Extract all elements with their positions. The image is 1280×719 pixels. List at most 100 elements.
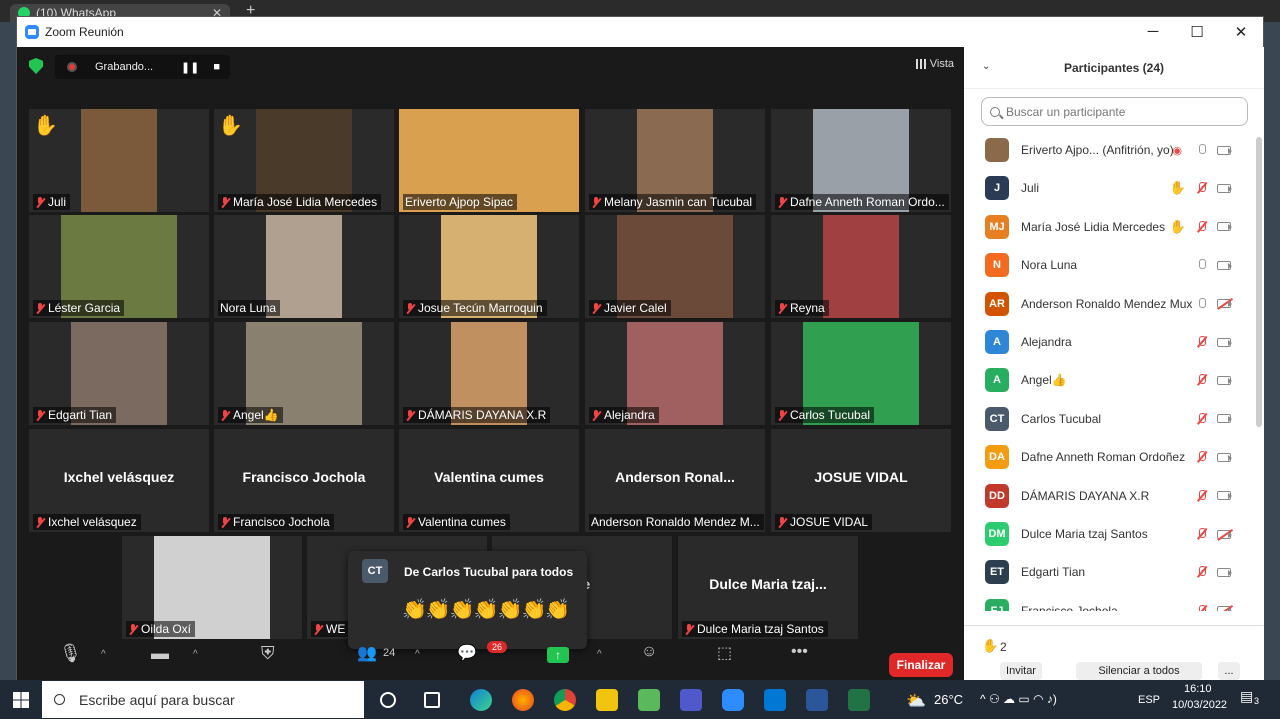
participant-row[interactable]: AR Anderson Ronaldo Mendez Mux [964,285,1254,323]
camera-icon[interactable] [1217,222,1232,232]
participant-row[interactable]: N Nora Luna [964,246,1254,284]
video-tile[interactable]: Eriverto Ajpop Sipac [399,109,579,212]
mic-icon[interactable] [1196,297,1206,310]
participant-row[interactable]: A Alejandra [964,323,1254,361]
video-tile[interactable]: Javier Calel [585,215,765,318]
camera-off-icon[interactable] [1217,529,1232,539]
video-tile[interactable]: Dafne Anneth Roman Ordo... [771,109,951,212]
muted-mic-icon[interactable] [1196,451,1206,463]
video-tile[interactable]: Melany Jasmin can Tucubal [585,109,765,212]
video-tile[interactable]: ✋ Juli [29,109,209,212]
security-icon[interactable]: ⛨ [261,643,275,664]
participants-options-caret[interactable]: ^ [415,649,420,660]
video-tile[interactable]: Josue Tecún Marroquin [399,215,579,318]
minimize-button[interactable]: ─ [1131,23,1175,41]
camera-icon[interactable] [1217,183,1232,193]
video-tile[interactable]: Reyna [771,215,951,318]
view-button[interactable]: Vista [915,58,954,70]
notifications-icon[interactable]: ▤ [1240,688,1253,705]
mail-icon[interactable] [764,689,786,711]
maximize-button[interactable]: ☐ [1175,23,1219,41]
participant-row[interactable]: Eriverto Ajpo... (Anfitrión, yo) ◉ [964,131,1254,169]
camera-icon[interactable] [1217,375,1232,385]
camera-icon[interactable] [1217,491,1232,501]
video-camera-icon[interactable]: ▬ [151,643,169,664]
muted-mic-icon[interactable] [1196,412,1206,425]
video-tile[interactable]: Léster Garcia [29,215,209,318]
task-view-icon[interactable] [424,692,440,708]
muted-mic-icon[interactable] [1196,336,1206,348]
excel-icon[interactable] [848,689,870,711]
chevron-down-icon[interactable]: ⌄ [982,61,990,72]
muted-mic-icon[interactable] [1196,604,1206,611]
video-tile[interactable]: Edgarti Tian [29,322,209,425]
cortana-icon[interactable] [380,692,396,708]
video-tile[interactable]: Anderson Ronal... Anderson Ronaldo Mendez… [585,429,765,532]
taskbar-search-input[interactable]: Escribe aquí para buscar [42,681,364,718]
clock-time[interactable]: 16:10 [1184,683,1212,695]
invite-button[interactable]: Invitar [1000,662,1042,680]
windows-start-icon[interactable] [0,680,42,719]
mic-icon[interactable] [1196,144,1206,156]
share-options-caret[interactable]: ^ [597,649,602,660]
language-indicator[interactable]: ESP [1138,694,1160,706]
camera-icon[interactable] [1217,337,1232,347]
participant-row[interactable]: J Juli ✋ [964,169,1254,207]
participant-row[interactable]: CT Carlos Tucubal [964,400,1254,438]
edge-icon[interactable] [470,689,492,711]
camera-off-icon[interactable] [1217,299,1232,309]
zoom-taskbar-icon[interactable] [722,689,744,711]
participant-row[interactable]: ET Edgarti Tian [964,553,1254,591]
reactions-icon[interactable]: ☺ [641,643,657,661]
video-tile[interactable]: Valentina cumes Valentina cumes [399,429,579,532]
tray-icons[interactable]: ^ ⚇ ☁ ▭ ◠ ♪) [980,692,1057,706]
mic-icon[interactable] [1196,259,1206,271]
video-tile[interactable]: Oilda Oxí [122,536,302,639]
video-tile[interactable]: Angel👍 [214,322,394,425]
video-tile[interactable]: JOSUE VIDAL JOSUE VIDAL [771,429,951,532]
video-tile[interactable]: Francisco Jochola Francisco Jochola [214,429,394,532]
video-options-caret[interactable]: ^ [193,649,198,660]
video-tile[interactable]: ✋ María José Lidia Mercedes [214,109,394,212]
camera-icon[interactable] [1217,567,1232,577]
camera-icon[interactable] [1217,414,1232,424]
video-tile[interactable]: Alejandra [585,322,765,425]
word-icon[interactable] [806,689,828,711]
participant-row[interactable]: FJ Francisco Jochola [964,592,1254,611]
video-tile[interactable]: Ixchel velásquez Ixchel velásquez [29,429,209,532]
participant-row[interactable]: MJ María José Lidia Mercedes ✋ [964,208,1254,246]
chrome-icon[interactable] [554,689,576,711]
pause-recording-icon[interactable]: ❚❚ [181,61,199,74]
participants-icon[interactable]: 👥 [357,643,377,663]
muted-mic-icon[interactable] [1196,182,1206,194]
audio-options-caret[interactable]: ^ [101,649,106,660]
camera-icon[interactable] [1217,452,1232,462]
mute-all-button[interactable]: Silenciar a todos [1076,662,1202,680]
android-app-icon[interactable] [638,689,660,711]
firefox-icon[interactable] [512,689,534,711]
muted-mic-icon[interactable] [1196,489,1206,502]
participant-row[interactable]: A Angel👍 [964,361,1254,399]
camera-off-icon[interactable] [1217,606,1232,611]
participant-search-input[interactable]: Buscar un participante [981,97,1248,126]
participant-row[interactable]: DD DÁMARIS DAYANA X.R [964,477,1254,515]
file-explorer-icon[interactable] [596,689,618,711]
video-tile[interactable]: Carlos Tucubal [771,322,951,425]
chat-icon[interactable]: 💬 [457,643,477,663]
muted-mic-icon[interactable] [1196,374,1206,386]
muted-mic-icon[interactable] [1196,220,1206,233]
video-tile[interactable]: DÁMARIS DAYANA X.R [399,322,579,425]
stop-recording-icon[interactable]: ■ [213,61,220,74]
close-window-button[interactable]: ✕ [1219,23,1263,41]
participant-list-scrollbar[interactable] [1256,137,1262,427]
end-meeting-button[interactable]: Finalizar [889,653,953,677]
microphone-icon[interactable]: 🎙 [59,643,82,664]
security-shield-icon[interactable] [29,58,43,74]
clock-date[interactable]: 10/03/2022 [1172,699,1227,711]
video-tile[interactable]: Dulce Maria tzaj... Dulce Maria tzaj Sant… [678,536,858,639]
participant-row[interactable]: DM Dulce Maria tzaj Santos [964,515,1254,553]
more-icon[interactable]: ••• [791,643,808,661]
camera-icon[interactable] [1217,145,1232,155]
weather-icon[interactable]: ⛅ [906,691,926,711]
apps-icon[interactable]: ⬚ [717,643,732,663]
